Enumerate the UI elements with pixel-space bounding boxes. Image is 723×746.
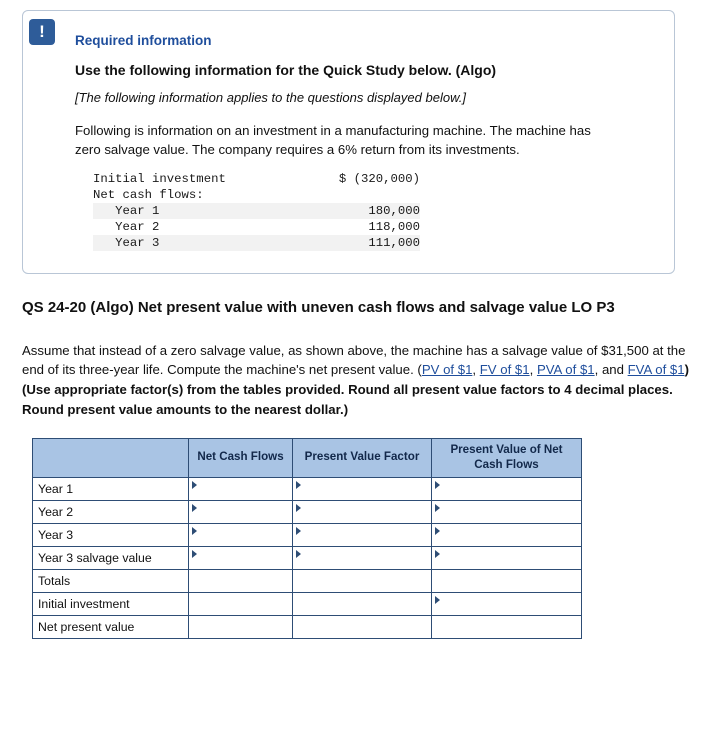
row-label: Year 3 <box>93 235 308 252</box>
input-year3-pv-net-cash-flows[interactable] <box>431 522 582 547</box>
input-year3-pv-factor[interactable] <box>292 522 432 547</box>
separator-2: , <box>529 362 537 378</box>
row-label-net-present-value: Net present value <box>32 614 189 639</box>
header-blank <box>32 437 189 478</box>
answer-table-wrapper: Net Cash Flows Present Value Factor Pres… <box>32 437 713 639</box>
pv-of-1-link[interactable]: PV of $1 <box>422 362 473 377</box>
required-information-panel: ! Required information Use the following… <box>22 10 675 275</box>
input-year1-net-cash-flows[interactable] <box>188 476 293 501</box>
table-row: Year 3 111,000 <box>93 235 420 252</box>
table-row: Year 2 <box>32 499 582 524</box>
table-row: Year 3 salvage value <box>32 545 582 570</box>
row-label-year-1: Year 1 <box>32 476 189 501</box>
required-info-applies-note: [The following information applies to th… <box>75 90 466 105</box>
input-year2-pv-factor[interactable] <box>292 499 432 524</box>
row-label-totals: Totals <box>32 568 189 593</box>
row-label: Initial investment <box>93 172 226 187</box>
cell-totals-pv-factor-empty <box>292 568 432 593</box>
input-year3-net-cash-flows[interactable] <box>188 522 293 547</box>
table-row: Year 1 180,000 <box>93 203 420 220</box>
row-value: 180,000 <box>308 203 420 220</box>
npv-answer-table: Net Cash Flows Present Value Factor Pres… <box>32 437 582 639</box>
header-present-value-of-net-cash-flows: Present Value of Net Cash Flows <box>431 437 582 478</box>
input-salvage-pv-net-cash-flows[interactable] <box>431 545 582 570</box>
input-year1-pv-net-cash-flows[interactable] <box>431 476 582 501</box>
table-row: Totals <box>32 568 582 593</box>
exclamation-icon: ! <box>29 19 55 45</box>
cell-npv-pv-net-cash-flows[interactable] <box>431 614 582 639</box>
table-row: Year 2 118,000 <box>93 219 420 235</box>
cell-totals-pv-net-cash-flows[interactable] <box>431 568 582 593</box>
question-body: Assume that instead of a zero salvage va… <box>22 341 701 420</box>
input-salvage-pv-factor[interactable] <box>292 545 432 570</box>
header-net-cash-flows: Net Cash Flows <box>188 437 293 478</box>
cell-npv-net-cash-flows[interactable] <box>188 614 293 639</box>
table-row: Initial investment $ (320,000) <box>93 171 420 187</box>
table-row: Year 3 <box>32 522 582 547</box>
required-info-title: Required information <box>75 33 212 48</box>
table-row: Year 1 <box>32 476 582 501</box>
separator-3: , and <box>594 362 628 378</box>
question-heading: QS 24-20 (Algo) Net present value with u… <box>22 299 615 317</box>
input-year2-net-cash-flows[interactable] <box>188 499 293 524</box>
separator-1: , <box>472 362 480 378</box>
row-label-year-3: Year 3 <box>32 522 189 547</box>
required-info-paragraph: Following is information on an investmen… <box>75 123 591 158</box>
input-year2-pv-net-cash-flows[interactable] <box>431 499 582 524</box>
table-row: Net present value <box>32 614 582 639</box>
row-label: Year 2 <box>93 220 160 235</box>
row-value: 111,000 <box>308 235 420 252</box>
row-label-year-3-salvage-value: Year 3 salvage value <box>32 545 189 570</box>
cell-initial-investment-pv-factor-empty <box>292 591 432 616</box>
cell-initial-investment-net-cash-flows[interactable] <box>188 591 293 616</box>
row-label-initial-investment: Initial investment <box>32 591 189 616</box>
input-year1-pv-factor[interactable] <box>292 476 432 501</box>
input-initial-investment-pv-net-cash-flows[interactable] <box>431 591 582 616</box>
row-value: 118,000 <box>368 220 420 235</box>
required-info-subtitle: Use the following information for the Qu… <box>75 62 497 78</box>
investment-data-table: Initial investment $ (320,000) Net cash … <box>93 171 420 252</box>
cell-totals-net-cash-flows[interactable] <box>188 568 293 593</box>
table-row: Net cash flows: <box>93 187 420 203</box>
pva-of-1-link[interactable]: PVA of $1 <box>537 362 595 377</box>
row-value: $ (320,000) <box>338 172 420 187</box>
answer-table-header-row: Net Cash Flows Present Value Factor Pres… <box>32 437 582 478</box>
fva-of-1-link[interactable]: FVA of $1 <box>628 362 685 377</box>
header-present-value-factor: Present Value Factor <box>292 437 432 478</box>
row-label-year-2: Year 2 <box>32 499 189 524</box>
row-label: Year 1 <box>93 203 308 220</box>
cell-npv-pv-factor-empty <box>292 614 432 639</box>
worksheet-page: ! Required information Use the following… <box>0 0 723 639</box>
table-row: Initial investment <box>32 591 582 616</box>
row-value <box>308 187 420 203</box>
row-label: Net cash flows: <box>93 188 204 203</box>
fv-of-1-link[interactable]: FV of $1 <box>480 362 530 377</box>
input-salvage-net-cash-flows[interactable] <box>188 545 293 570</box>
